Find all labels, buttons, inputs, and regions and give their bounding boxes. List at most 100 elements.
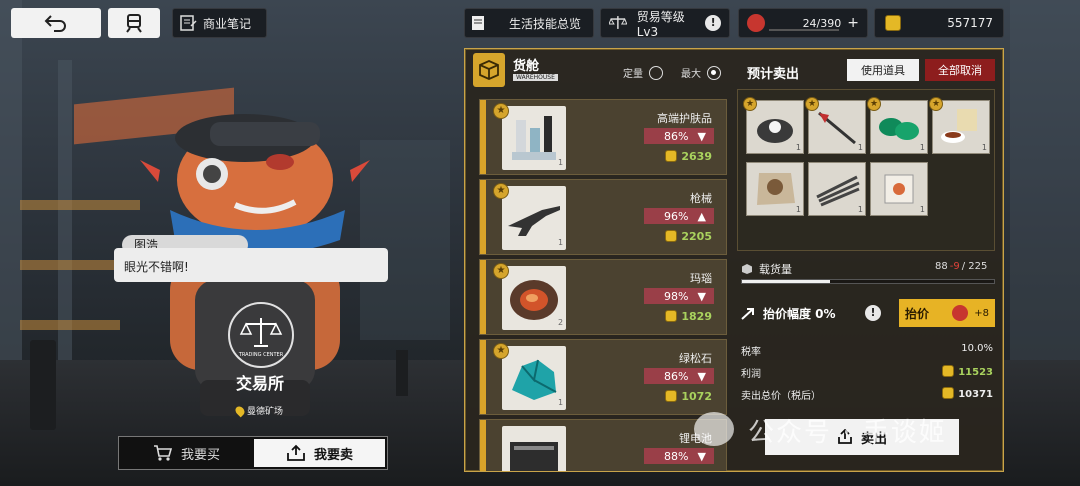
raise-price-button[interactable]: 抬价 +8 [899, 299, 995, 327]
mode-fixed-radio[interactable] [649, 65, 663, 80]
capacity-label-group: 载货量 [741, 261, 792, 277]
capacity-label: 载货量 [759, 263, 792, 276]
price-value: 2205 [681, 230, 712, 243]
business-notes-button[interactable]: 商业笔记 [172, 8, 267, 38]
profit-value: 11523 [958, 367, 993, 378]
coin-icon [885, 15, 901, 31]
train-button[interactable] [108, 8, 160, 38]
price-percent: 88% ▼ [644, 448, 714, 464]
trend-down-icon: ▼ [697, 289, 706, 303]
tax-value: 10.0% [961, 343, 993, 354]
capacity-bar [741, 279, 995, 284]
raise-button-label: 抬价 [905, 306, 930, 321]
cancel-all-button[interactable]: 全部取消 [925, 59, 995, 81]
life-skills-label: 生活技能总览 [508, 16, 581, 31]
coin-icon [942, 387, 955, 399]
sale-slot[interactable]: 1 [808, 162, 866, 216]
goods-card[interactable]: 锂电池 88% ▼ [479, 419, 727, 471]
back-button[interactable] [11, 8, 101, 38]
profit-value-group: 11523 [905, 365, 993, 378]
sale-slot[interactable]: 1 [870, 162, 928, 216]
use-item-button[interactable]: 使用道具 [847, 59, 919, 81]
location-label: 曼德矿场 [233, 404, 283, 417]
turquoise-item-image [502, 346, 566, 410]
skincare-item-image [502, 106, 566, 170]
fur-item-image [757, 173, 795, 205]
tab-sell[interactable]: 我要卖 [254, 439, 385, 467]
sale-slot[interactable]: ★ 1 [805, 97, 866, 154]
tool-item-image [818, 111, 856, 145]
business-notes-label: 商业笔记 [203, 16, 252, 31]
emblem-text: TRADING CENTER [238, 352, 284, 358]
back-arrow-icon [44, 15, 66, 32]
sale-slot[interactable]: ★ 1 [929, 97, 990, 154]
background-pillar [58, 60, 72, 390]
life-skills-button[interactable]: 生活技能总览 [464, 8, 594, 38]
crate-icon [479, 60, 499, 80]
coin-icon [665, 230, 678, 242]
capacity-bar-fill [742, 280, 831, 283]
wechat-logo-icon [694, 412, 734, 446]
total-value-group: 10371 [905, 387, 993, 400]
goods-price: 1072 [665, 390, 712, 403]
coin-icon [665, 390, 678, 402]
sale-title: 预计卖出 [747, 67, 800, 82]
stamina-icon [747, 14, 765, 32]
background-structure [360, 140, 450, 340]
profit-label: 利润 [741, 369, 761, 380]
goods-list[interactable]: ★ 1 高端护肤品 86% ▼ 2639 ★ 1 枪械 96% ▲ 2205 ★ 2 [465, 97, 735, 471]
add-stamina-icon[interactable]: + [847, 15, 859, 31]
scale-icon [609, 16, 627, 29]
currency-display: 557177 [874, 8, 1004, 38]
background-bollard [30, 340, 56, 430]
trade-mode-tabs: 我要买 我要卖 [118, 436, 388, 470]
trading-center-emblem [228, 302, 294, 368]
sale-slot[interactable]: 1 [746, 162, 804, 216]
watermark-text: 公众号 · 手谈姬 [748, 418, 947, 448]
slot-quantity: 1 [857, 205, 863, 214]
document-icon [472, 16, 484, 30]
background-bollard [396, 350, 408, 396]
goods-card[interactable]: ★ 1 高端护肤品 86% ▼ 2639 [479, 99, 727, 175]
coin-icon [665, 150, 678, 162]
agate-item-image [502, 266, 566, 330]
background-shelf [20, 200, 140, 210]
goods-price: 2639 [665, 150, 712, 163]
capacity-change: -9 [949, 261, 960, 272]
capacity-value: 88 -9 / 225 [935, 261, 987, 272]
stamina-value: 24/390 [802, 16, 842, 30]
total-value: 10371 [958, 389, 993, 400]
price-percent: 96% ▲ [644, 208, 714, 224]
jade-item-image [879, 118, 919, 140]
raise-info-icon[interactable]: ! [865, 305, 881, 321]
goods-name: 玛瑙 [690, 272, 712, 285]
slot-quantity: 1 [919, 205, 925, 214]
mode-fixed-label: 定量 [623, 69, 643, 80]
sale-slot[interactable]: ★ 1 [867, 97, 928, 154]
price-value: 2639 [681, 150, 712, 163]
tab-sell-label: 我要卖 [313, 447, 353, 463]
coin-icon [942, 365, 955, 377]
price-percent: 98% ▼ [644, 288, 714, 304]
trade-level-button[interactable]: 贸易等级Lv3 ! [600, 8, 730, 39]
price-value: 1829 [681, 310, 712, 323]
goods-card[interactable]: ★ 1 枪械 96% ▲ 2205 [479, 179, 727, 255]
percent-value: 86% [664, 369, 689, 383]
goods-card[interactable]: ★ 1 绿松石 86% ▼ 1072 [479, 339, 727, 415]
sale-slot[interactable]: ★ 1 [743, 97, 804, 154]
item-quantity: 1 [558, 398, 564, 407]
tab-buy[interactable]: 我要买 [121, 439, 252, 467]
trend-up-arrow-icon [741, 307, 754, 320]
mode-max-radio[interactable] [707, 65, 721, 80]
percent-value: 86% [664, 129, 689, 143]
dialog-text: 眼光不错啊! [124, 260, 189, 274]
goods-name: 绿松石 [679, 352, 712, 365]
upload-box-icon [287, 444, 305, 461]
percent-value: 88% [664, 449, 689, 463]
battery-item-image [502, 426, 566, 471]
slot-quantity: 1 [919, 143, 925, 152]
goods-card[interactable]: ★ 2 玛瑙 98% ▼ 1829 [479, 259, 727, 335]
sale-slots-area: ★ 1 ★ 1 ★ 1 ★ 1 1 1 1 [737, 89, 995, 251]
star-icon: ★ [493, 263, 509, 279]
price-percent: 86% ▼ [644, 128, 714, 144]
